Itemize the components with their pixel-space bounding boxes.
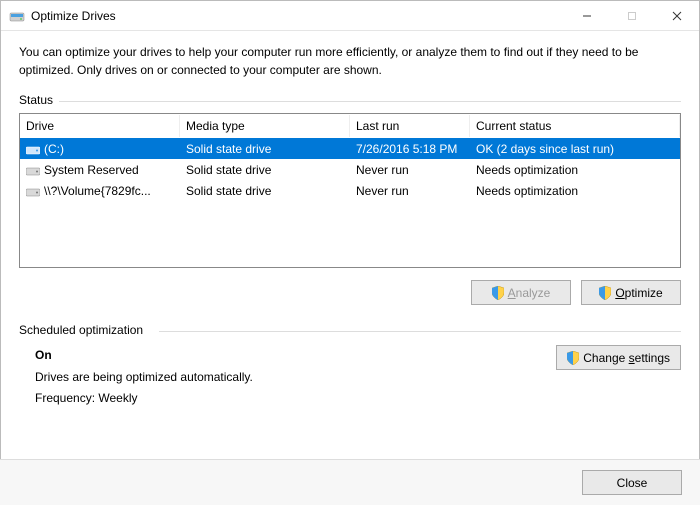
optimize-label: Optimize <box>615 286 662 300</box>
table-row[interactable]: System ReservedSolid state driveNever ru… <box>20 159 680 180</box>
analyze-label: Analyze <box>508 286 551 300</box>
close-window-button[interactable] <box>654 1 699 30</box>
scheduled-desc: Drives are being optimized automatically… <box>35 367 556 389</box>
table-row[interactable]: \\?\Volume{7829fc...Solid state driveNev… <box>20 180 680 201</box>
window-controls <box>564 1 699 30</box>
cell-media: Solid state drive <box>180 159 350 181</box>
close-button[interactable]: Close <box>582 470 682 495</box>
col-last-run[interactable]: Last run <box>350 115 470 137</box>
scheduled-freq: Frequency: Weekly <box>35 388 556 410</box>
table-body: (C:)Solid state drive7/26/2016 5:18 PMOK… <box>20 138 680 201</box>
footer: Close <box>0 459 700 505</box>
cell-status: Needs optimization <box>470 180 680 202</box>
content-area: You can optimize your drives to help you… <box>1 31 699 420</box>
titlebar: Optimize Drives <box>1 1 699 31</box>
status-section-label: Status <box>19 93 681 107</box>
cell-media: Solid state drive <box>180 138 350 160</box>
shield-icon <box>492 286 504 300</box>
shield-icon <box>567 351 579 365</box>
col-drive[interactable]: Drive <box>20 115 180 137</box>
scheduled-state: On <box>35 345 556 367</box>
scheduled-text: On Drives are being optimized automatica… <box>35 345 556 410</box>
cell-last: 7/26/2016 5:18 PM <box>350 138 470 160</box>
cell-status: Needs optimization <box>470 159 680 181</box>
col-current-status[interactable]: Current status <box>470 115 680 137</box>
action-buttons-row: Analyze Optimize <box>19 280 681 305</box>
change-settings-button[interactable]: Change settings <box>556 345 681 370</box>
cell-last: Never run <box>350 159 470 181</box>
scheduled-section: Scheduled optimization On Drives are bei… <box>19 323 681 410</box>
change-settings-label: Change settings <box>583 351 670 365</box>
window-title: Optimize Drives <box>31 9 564 23</box>
app-icon <box>9 8 25 24</box>
shield-icon <box>599 286 611 300</box>
analyze-button[interactable]: Analyze <box>471 280 571 305</box>
drive-icon <box>26 186 40 196</box>
cell-last: Never run <box>350 180 470 202</box>
cell-drive: System Reserved <box>20 159 180 181</box>
cell-media: Solid state drive <box>180 180 350 202</box>
optimize-button[interactable]: Optimize <box>581 280 681 305</box>
table-header: Drive Media type Last run Current status <box>20 114 680 138</box>
col-media[interactable]: Media type <box>180 115 350 137</box>
table-row[interactable]: (C:)Solid state drive7/26/2016 5:18 PMOK… <box>20 138 680 159</box>
drive-icon <box>26 165 40 175</box>
status-label-text: Status <box>19 93 53 107</box>
minimize-button[interactable] <box>564 1 609 30</box>
cell-status: OK (2 days since last run) <box>470 138 680 160</box>
maximize-button <box>609 1 654 30</box>
drive-icon <box>26 144 40 154</box>
cell-drive: (C:) <box>20 138 180 160</box>
cell-drive: \\?\Volume{7829fc... <box>20 180 180 202</box>
drives-table: Drive Media type Last run Current status… <box>19 113 681 268</box>
scheduled-label: Scheduled optimization <box>19 323 681 337</box>
intro-text: You can optimize your drives to help you… <box>19 43 681 79</box>
